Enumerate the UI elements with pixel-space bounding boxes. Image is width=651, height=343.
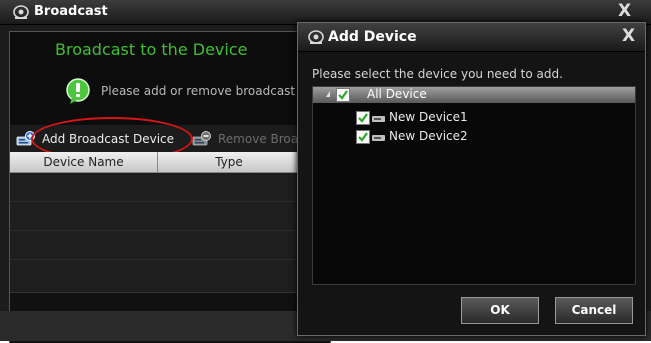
device-tree: All Device New Device1 New Device2 [312, 86, 636, 285]
remove-button-label: Remove Broac [218, 131, 305, 146]
expand-triangle-icon[interactable] [326, 91, 330, 97]
checkmark-icon [338, 90, 348, 100]
table-row-divider [10, 201, 300, 202]
add-device-icon [16, 130, 35, 145]
broadcast-panel: Broadcast to the Device Please add or re… [9, 31, 331, 343]
checkbox-new-device1[interactable] [356, 111, 370, 125]
tree-node-all-device[interactable]: All Device [313, 87, 635, 103]
add-button-label: Add Broadcast Device [42, 131, 175, 146]
app-logo-icon [308, 30, 324, 44]
add-broadcast-device-button[interactable]: Add Broadcast Device [16, 125, 174, 152]
dialog-titlebar: Add Device X [298, 23, 645, 52]
camera-icon [372, 116, 385, 122]
table-row-divider [10, 230, 300, 231]
tree-node-label: New Device2 [389, 129, 468, 143]
remove-broadcast-device-button[interactable]: Remove Broac [192, 125, 305, 152]
info-bubble-icon [66, 78, 90, 104]
close-icon[interactable]: X [622, 26, 635, 46]
remove-device-icon [192, 130, 211, 145]
dialog-title: Add Device [328, 29, 417, 45]
ok-button[interactable]: OK [461, 297, 539, 324]
device-table-body [10, 173, 300, 292]
tree-node-label: New Device1 [389, 110, 468, 124]
page-heading: Broadcast to the Device [55, 40, 248, 59]
column-header-type[interactable]: Type [158, 152, 300, 172]
app-logo-icon [13, 5, 29, 19]
camera-icon [372, 135, 385, 141]
toolbar: Add Broadcast Device Remove Broac [10, 125, 305, 152]
dialog-prompt: Please select the device you need to add… [312, 67, 563, 81]
checkmark-icon [358, 113, 368, 123]
checkbox-new-device2[interactable] [356, 130, 370, 144]
close-icon[interactable]: X [618, 1, 631, 21]
add-device-dialog: Add Device X Please select the device yo… [297, 22, 646, 336]
checkmark-icon [358, 132, 368, 142]
column-header-device-name[interactable]: Device Name [10, 152, 158, 172]
cancel-button[interactable]: Cancel [555, 297, 633, 324]
tree-root-label: All Device [367, 87, 427, 101]
hint-text: Please add or remove broadcast [101, 84, 296, 98]
table-row-divider [10, 259, 300, 260]
window-title: Broadcast [34, 4, 108, 19]
table-header: Device Name Type [10, 152, 300, 173]
checkbox-all-device[interactable] [336, 88, 350, 102]
